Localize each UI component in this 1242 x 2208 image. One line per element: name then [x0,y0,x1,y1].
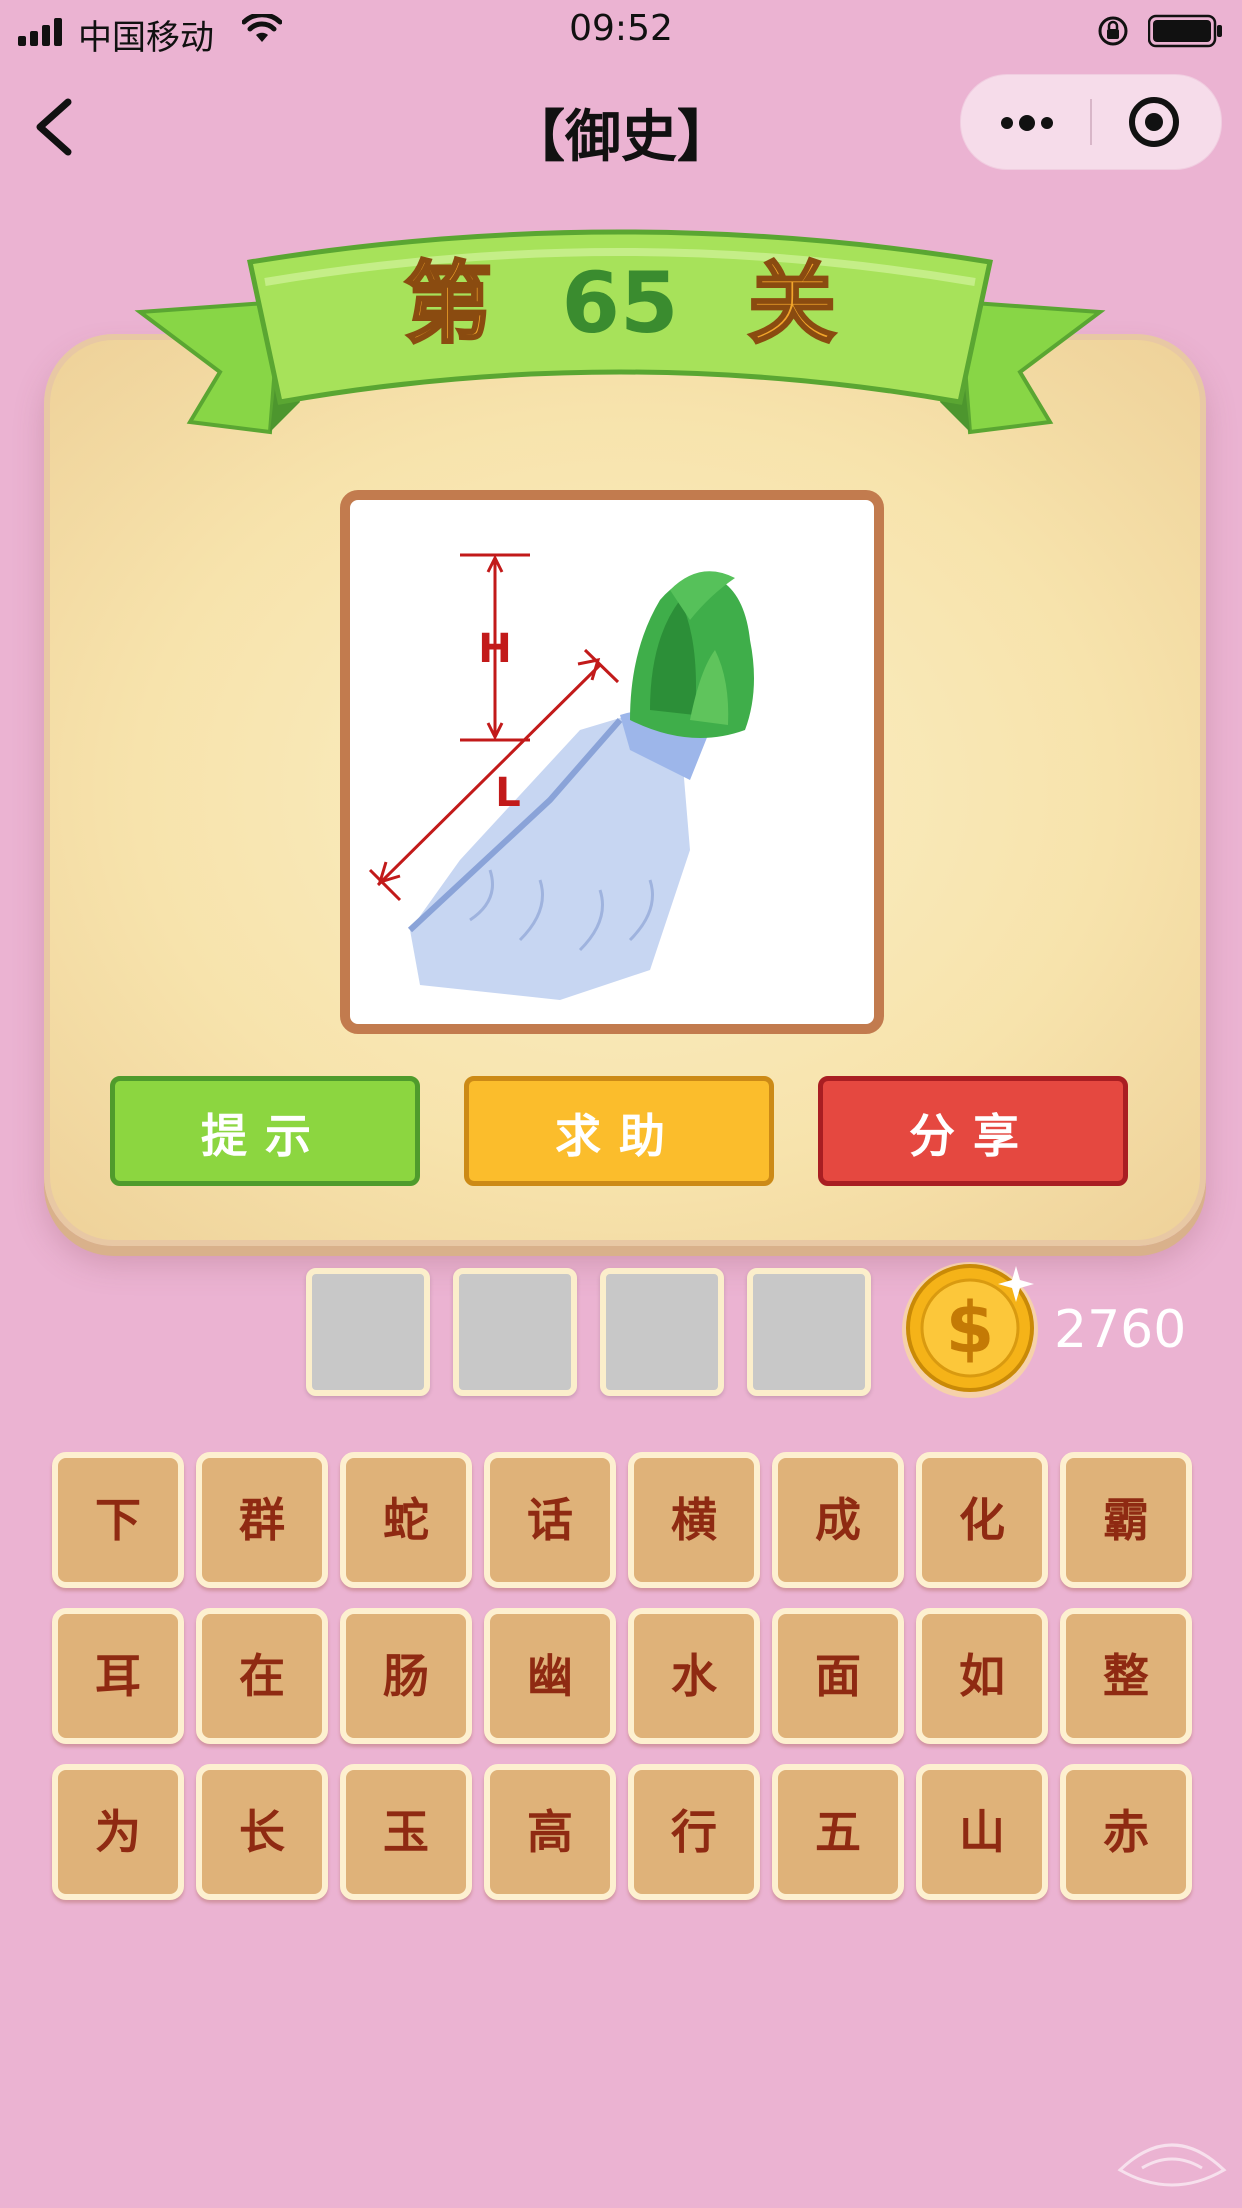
character-tile[interactable]: 赤 [1060,1764,1192,1900]
character-tile[interactable]: 肠 [340,1608,472,1744]
level-number: 65 [562,254,679,352]
length-label: L [495,770,521,816]
character-tile[interactable]: 化 [916,1452,1048,1588]
level-label-prefix: 第 [404,252,492,355]
character-tile[interactable]: 在 [196,1608,328,1744]
battery-icon [1148,14,1222,48]
mountain-slope-illustration: H L [368,553,754,1000]
status-bar: 中国移动 09:52 [0,0,1242,62]
character-tile[interactable]: 玉 [340,1764,472,1900]
coin-count: 2760 [1054,1300,1187,1360]
character-tile[interactable]: 整 [1060,1608,1192,1744]
character-tile[interactable]: 为 [52,1764,184,1900]
character-tile[interactable]: 下 [52,1452,184,1588]
share-button[interactable]: 分享 [818,1076,1128,1186]
character-tile[interactable]: 山 [916,1764,1048,1900]
capsule-divider [1090,99,1092,145]
rotation-lock-icon [1098,16,1128,46]
character-tile[interactable]: 话 [484,1452,616,1588]
character-tile[interactable]: 蛇 [340,1452,472,1588]
character-tile[interactable]: 幽 [484,1608,616,1744]
height-label: H [478,626,511,672]
mini-program-capsule [960,74,1222,170]
character-tile[interactable]: 成 [772,1452,904,1588]
answer-slot[interactable] [747,1268,871,1396]
character-tile[interactable]: 水 [628,1608,760,1744]
help-button[interactable]: 求助 [464,1076,774,1186]
character-tile[interactable]: 高 [484,1764,616,1900]
watermark-logo [1117,2143,1227,2187]
game-screen: 中国移动 09:52 【御史】 第 65 关 H L 提示 求助 分享 $ 27… [0,0,1242,2208]
level-ribbon: 第 65 关 [134,229,1106,435]
clock: 09:52 [569,8,673,49]
level-label-suffix: 关 [748,252,836,355]
more-icon[interactable] [997,103,1057,143]
answer-slot[interactable] [453,1268,577,1396]
character-tile[interactable]: 面 [772,1608,904,1744]
character-tile[interactable]: 如 [916,1608,1048,1744]
svg-text:$: $ [946,1287,995,1369]
answer-slot[interactable] [600,1268,724,1396]
hint-button[interactable]: 提示 [110,1076,420,1186]
character-tile[interactable]: 群 [196,1452,328,1588]
gold-coin-icon: $ [902,1262,1038,1398]
puzzle-picture: H L [340,490,884,1034]
character-tile[interactable]: 耳 [52,1608,184,1744]
character-tile[interactable]: 长 [196,1764,328,1900]
character-tile[interactable]: 五 [772,1764,904,1900]
navigation-bar: 【御史】 [0,62,1242,190]
character-tile[interactable]: 行 [628,1764,760,1900]
character-tile[interactable]: 横 [628,1452,760,1588]
answer-slot[interactable] [306,1268,430,1396]
character-tile[interactable]: 霸 [1060,1452,1192,1588]
close-miniprogram-icon[interactable] [1127,95,1181,149]
